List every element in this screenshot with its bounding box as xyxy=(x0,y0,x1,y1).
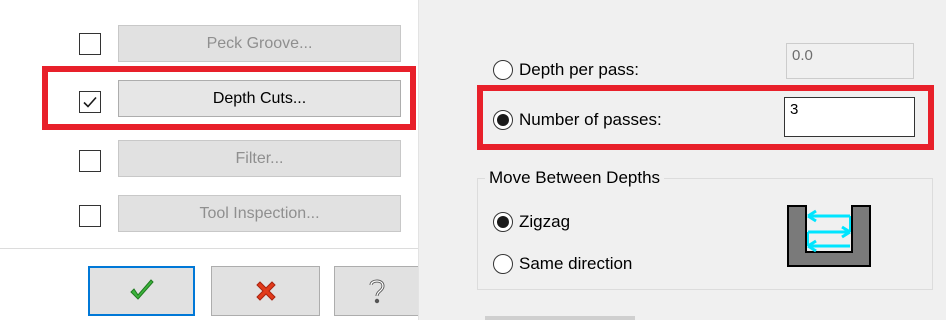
checkmark-icon xyxy=(129,279,154,300)
peck-groove-button[interactable]: Peck Groove... xyxy=(118,25,401,62)
filter-checkbox[interactable] xyxy=(79,150,101,172)
same-direction-label: Same direction xyxy=(519,254,633,273)
red-x-icon xyxy=(255,281,276,301)
same-direction-radio[interactable] xyxy=(493,254,513,274)
ok-button[interactable] xyxy=(88,266,195,316)
depth-per-pass-input[interactable]: 0.0 xyxy=(786,43,914,79)
tool-inspection-checkbox[interactable] xyxy=(79,205,101,227)
filter-button[interactable]: Filter... xyxy=(118,140,401,177)
zigzag-radio[interactable] xyxy=(493,212,513,232)
peck-groove-label: Peck Groove... xyxy=(206,34,313,52)
options-panel: Peck Groove... Depth Cuts... Filter... T… xyxy=(0,0,418,320)
tool-inspection-label: Tool Inspection... xyxy=(199,204,320,222)
depth-cuts-highlight xyxy=(42,66,416,130)
number-of-passes-highlight xyxy=(477,85,934,150)
move-between-depths-title: Move Between Depths xyxy=(485,168,665,188)
depth-per-pass-radio[interactable] xyxy=(493,60,513,80)
filter-label: Filter... xyxy=(235,149,284,167)
zigzag-label: Zigzag xyxy=(519,212,571,231)
tool-inspection-button[interactable]: Tool Inspection... xyxy=(118,195,401,232)
depth-per-pass-label: Depth per pass: xyxy=(519,60,640,79)
radio-selected-dot xyxy=(497,216,509,228)
button-bar-separator xyxy=(0,248,418,249)
cancel-button[interactable] xyxy=(211,266,320,316)
zigzag-depth-icon xyxy=(787,205,871,267)
peck-groove-checkbox[interactable] xyxy=(79,33,101,55)
depth-cuts-settings: Depth per pass: 0.0 Number of passes: 3 … xyxy=(419,0,946,320)
question-mark-icon xyxy=(369,279,385,304)
help-button[interactable] xyxy=(334,266,418,316)
next-section-clipped xyxy=(485,312,785,320)
